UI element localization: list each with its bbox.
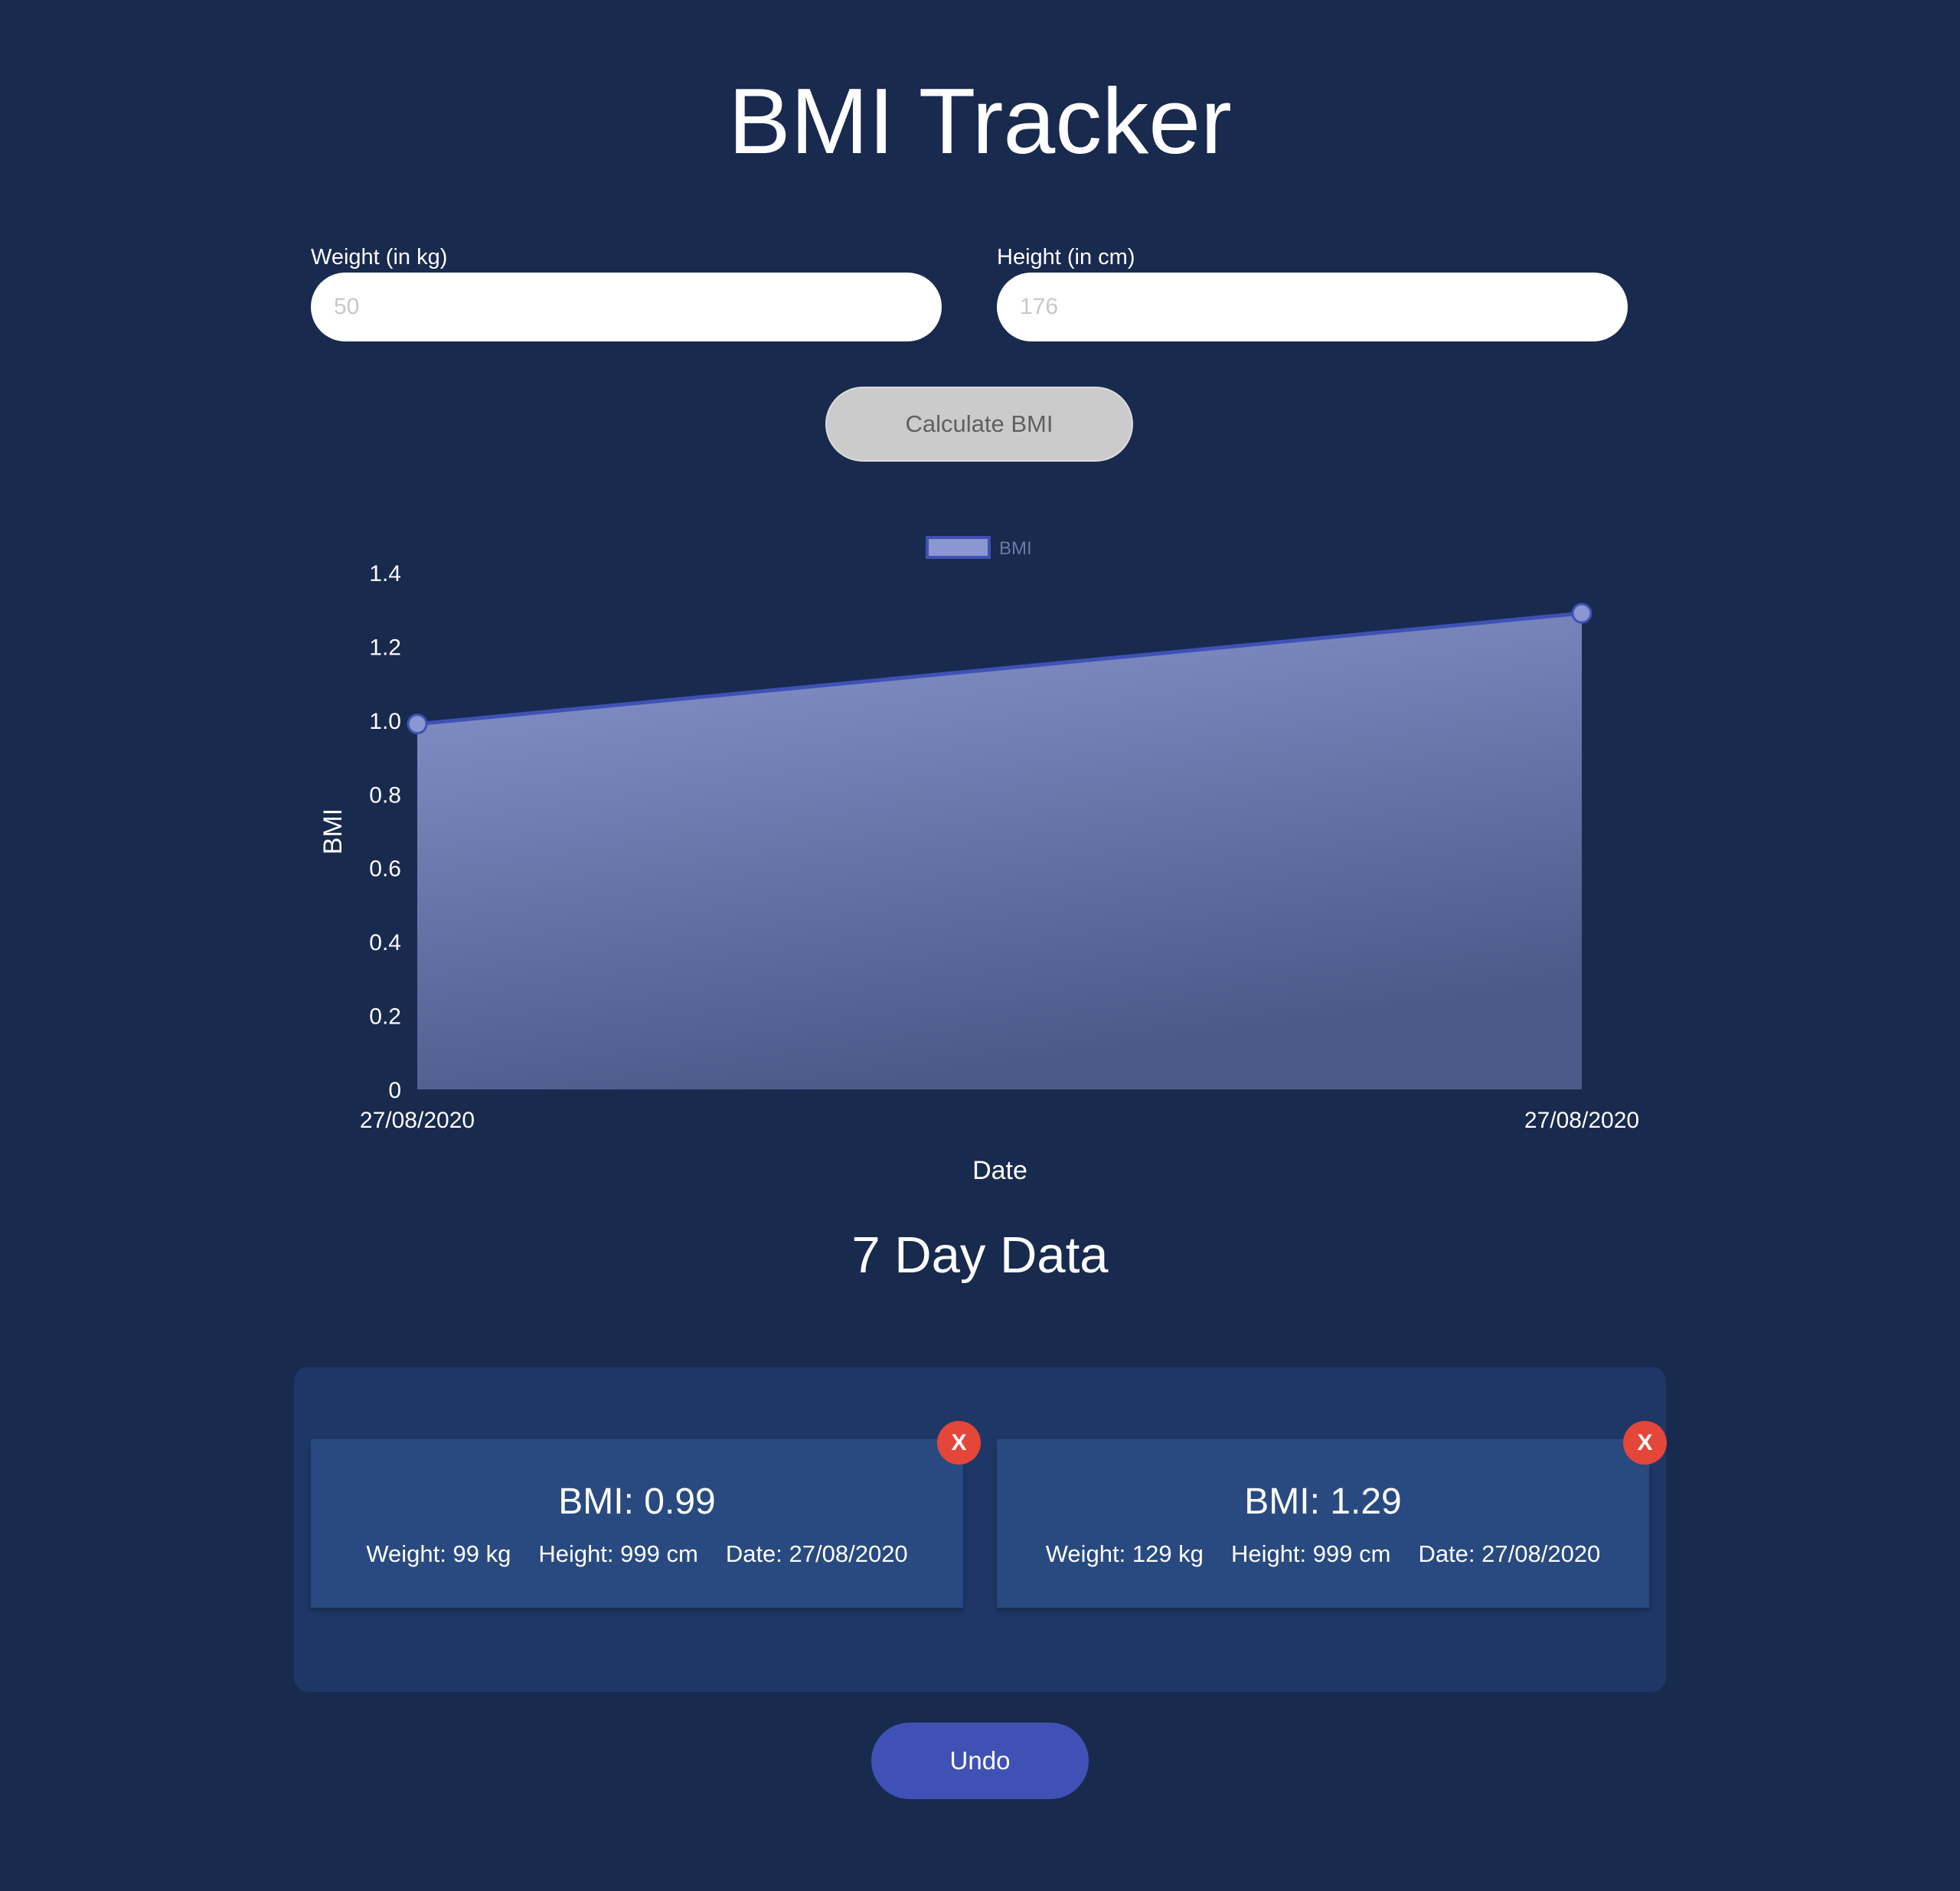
x-tick-label: 27/08/2020: [1524, 1108, 1639, 1133]
y-tick-label: 1.2: [369, 635, 401, 660]
legend-label: BMI: [999, 538, 1032, 559]
card-details: Weight: 99 kg Height: 999 cm Date: 27/08…: [311, 1539, 963, 1569]
x-axis-label: Date: [972, 1156, 1027, 1185]
card-height: Height: 999 cm: [1230, 1540, 1391, 1567]
card-details: Weight: 129 kg Height: 999 cm Date: 27/0…: [997, 1539, 1649, 1569]
card-height: Height: 999 cm: [538, 1540, 698, 1567]
y-tick-label: 0.4: [369, 930, 401, 955]
delete-entry-button[interactable]: X: [937, 1421, 981, 1465]
delete-entry-button[interactable]: X: [1623, 1421, 1667, 1465]
y-tick-label: 0.8: [369, 782, 401, 808]
card-date: Date: 27/08/2020: [725, 1540, 908, 1567]
card-date: Date: 27/08/2020: [1418, 1540, 1601, 1567]
card-weight: Weight: 99 kg: [366, 1540, 511, 1567]
y-tick-label: 1.4: [369, 561, 401, 586]
card-bmi-value: BMI: 0.99: [558, 1481, 716, 1522]
y-tick-label: 0.6: [369, 857, 401, 882]
history-card: BMI: 0.99 Weight: 99 kg Height: 999 cm D…: [311, 1439, 963, 1608]
bmi-area: [417, 613, 1582, 1089]
undo-button[interactable]: Undo: [871, 1723, 1089, 1799]
bmi-chart: 0 0.2 0.4 0.6 0.8 1.0 1.2 1.4 27/08/2020 27/08/20…: [318, 536, 1639, 1185]
data-point: [407, 714, 428, 735]
data-point: [1571, 603, 1592, 624]
y-axis-label: BMI: [318, 808, 348, 854]
card-weight: Weight: 129 kg: [1045, 1540, 1204, 1567]
x-tick-label: 27/08/2020: [360, 1108, 475, 1133]
y-tick-label: 0: [388, 1078, 401, 1103]
history-card: BMI: 1.29 Weight: 129 kg Height: 999 cm …: [997, 1439, 1649, 1608]
y-tick-label: 0.2: [369, 1004, 401, 1030]
history-title: 7 Day Data: [851, 1226, 1109, 1284]
legend-swatch: [926, 536, 991, 559]
y-tick-label: 1.0: [369, 709, 401, 734]
card-bmi-value: BMI: 1.29: [1244, 1481, 1402, 1522]
